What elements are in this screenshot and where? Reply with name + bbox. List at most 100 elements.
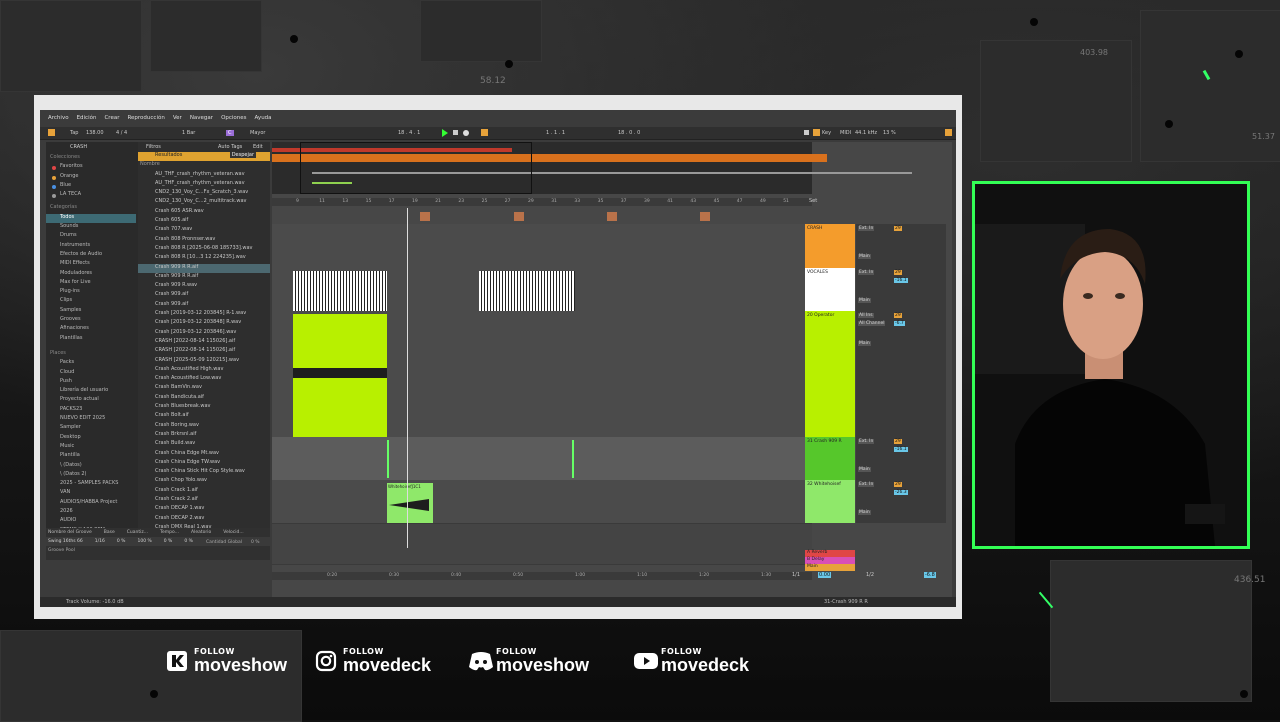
file-item[interactable]: AU_THF_crash_rhythm_veteran.wav	[138, 180, 270, 189]
file-item[interactable]: Crash 909 R R.aif	[138, 263, 270, 273]
file-item[interactable]: Crash Acoustified High.wav	[138, 366, 270, 375]
category-item[interactable]: Drums	[46, 232, 136, 241]
place-item[interactable]: Packs	[46, 359, 136, 368]
collection-item[interactable]: Orange	[46, 173, 136, 182]
place-item[interactable]: Proyecto actual	[46, 396, 136, 405]
track-lane-crash-909[interactable]	[272, 437, 812, 481]
input-routing[interactable]: Ext. In	[858, 482, 875, 487]
overview-visible-range[interactable]	[300, 142, 532, 194]
category-item[interactable]: Efectos de Audio	[46, 251, 136, 260]
file-item[interactable]: Crash 808 Pronnser.wav	[138, 236, 270, 245]
track-header[interactable]: 20 Operator	[805, 311, 855, 437]
category-item[interactable]: Grooves	[46, 316, 136, 325]
file-item[interactable]: Crash Build.wav	[138, 440, 270, 449]
channel-select[interactable]: All Channel	[858, 321, 886, 326]
place-item[interactable]: \ (Datos)	[46, 462, 136, 471]
file-item[interactable]: Crash China Stick Hit Cop Style.wav	[138, 468, 270, 477]
place-item[interactable]: 2026	[46, 508, 136, 517]
play-icon[interactable]	[442, 129, 448, 137]
name-column-header[interactable]: Nombre	[138, 161, 270, 170]
file-item[interactable]: Crash Bolt.aif	[138, 412, 270, 421]
groove-cell[interactable]: 1/16	[95, 539, 105, 544]
volume-field[interactable]: 29	[894, 482, 902, 487]
output-routing[interactable]: Main	[858, 510, 871, 515]
input-routing[interactable]: Ext. In	[858, 270, 875, 275]
menu-navegar[interactable]: Navegar	[190, 115, 213, 124]
file-item[interactable]: Crash Brkrsnl.aif	[138, 431, 270, 440]
track-header[interactable]: 32 Whitehoisef	[805, 480, 855, 523]
master-db[interactable]: -6.8	[924, 572, 936, 578]
menu-edicion[interactable]: Edición	[77, 115, 97, 124]
file-item[interactable]: CRASH [2022-08-14 115026].aif	[138, 338, 270, 347]
place-item[interactable]: \ (Datos 2)	[46, 471, 136, 480]
file-item[interactable]: Crash DECAP 2.wav	[138, 515, 270, 524]
category-item[interactable]: Instruments	[46, 242, 136, 251]
locator-marker[interactable]	[607, 212, 617, 221]
social-link[interactable]: FOLLOW movedeck	[315, 648, 431, 674]
track-header[interactable]: VOCALES	[805, 268, 855, 311]
locator-marker[interactable]	[700, 212, 710, 221]
browser-search[interactable]: CRASH	[70, 144, 87, 150]
category-item[interactable]: Clips	[46, 297, 136, 306]
file-item[interactable]: Crash 605 ASR.wav	[138, 208, 270, 217]
file-item[interactable]: Crash Chop Yolo.wav	[138, 477, 270, 486]
file-item[interactable]: Crash Crack 1.aif	[138, 487, 270, 496]
place-item[interactable]: Desktop	[46, 434, 136, 443]
file-item[interactable]: Crash 909.aif	[138, 291, 270, 300]
social-link[interactable]: FOLLOW moveshow	[468, 648, 589, 674]
place-item[interactable]: VAN	[46, 489, 136, 498]
automation-arm-icon[interactable]	[481, 129, 488, 136]
input-routing[interactable]: Ext. In	[858, 226, 875, 231]
midi-map-label[interactable]: MIDI	[840, 130, 851, 136]
track-lane-whitenoise[interactable]: WhitehoisefJ1C1	[272, 480, 812, 524]
auto-tags-button[interactable]: Auto Tags	[218, 144, 242, 150]
file-item[interactable]: Crash 707.wav	[138, 226, 270, 235]
track-name[interactable]: 20 Operator	[807, 313, 853, 318]
track-header[interactable]: 31 Crash 909 R	[805, 437, 855, 480]
file-item[interactable]: Crash China Edge TW.wav	[138, 459, 270, 468]
collection-item[interactable]: LA TECA	[46, 191, 136, 200]
pan-field[interactable]: -16.1	[894, 447, 908, 452]
file-item[interactable]: CRASH [2022-08-14 115026].aif	[138, 347, 270, 356]
master-half[interactable]: 1/2	[866, 572, 874, 578]
pan-field[interactable]: -26.3	[894, 490, 908, 495]
menu-icon[interactable]	[945, 129, 952, 136]
place-item[interactable]: Music	[46, 443, 136, 452]
category-item[interactable]: Plug-ins	[46, 288, 136, 297]
place-item[interactable]: Plantilla	[46, 452, 136, 461]
place-item[interactable]: Librería del usuario	[46, 387, 136, 396]
volume-field[interactable]: 29	[894, 439, 902, 444]
draw-mode-icon[interactable]	[804, 130, 809, 135]
category-item[interactable]: Todos	[46, 213, 136, 224]
midi-clip[interactable]	[293, 314, 387, 437]
link-icon[interactable]	[48, 129, 55, 136]
social-link[interactable]: FOLLOW moveshow	[166, 648, 287, 674]
file-item[interactable]: Crash 909 R R.aif	[138, 273, 270, 282]
file-item[interactable]: Crash Crack 2.aif	[138, 496, 270, 505]
menu-crear[interactable]: Crear	[104, 115, 119, 124]
track-name[interactable]: VOCALES	[807, 270, 853, 275]
pan-field[interactable]: -16.1	[894, 278, 908, 283]
arrangement-position[interactable]: 18 . 4 . 1	[398, 130, 420, 136]
file-item[interactable]: Crash BamVin.wav	[138, 384, 270, 393]
place-item[interactable]: AUDIO	[46, 517, 136, 526]
place-item[interactable]: 2025 - SAMPLES PACKS	[46, 480, 136, 489]
menu-ayuda[interactable]: Ayuda	[255, 115, 272, 124]
volume-field[interactable]: 29	[894, 270, 902, 275]
time-ruler[interactable]: 0:20 0:30 0:40 0:50 1:00 1:10 1:20 1:30	[272, 572, 812, 580]
file-item[interactable]: CND2_130_Voy_C...Fx_Scratch_3.wav	[138, 189, 270, 198]
file-item[interactable]: Crash 605.aif	[138, 217, 270, 226]
track-lane-crash[interactable]	[272, 224, 812, 269]
file-item[interactable]: Crash [2019-03-12 203848] R.wav	[138, 319, 270, 328]
file-item[interactable]: CRASH [2025-05-09 120215].wav	[138, 357, 270, 366]
global-amount-value[interactable]: 0 %	[251, 540, 260, 545]
scale-select[interactable]: Mayor	[250, 130, 265, 136]
output-routing[interactable]: Main	[858, 341, 871, 346]
track-lane-vocales[interactable]	[272, 268, 812, 312]
place-item[interactable]: Sampler	[46, 424, 136, 433]
file-item[interactable]: AU_THF_crash_rhythm_veteran.wav	[138, 171, 270, 180]
category-item[interactable]: Plantillas	[46, 335, 136, 344]
file-item[interactable]: Crash [2019-03-12 203845] R-1.wav	[138, 310, 270, 319]
collection-item[interactable]: Favoritos	[46, 163, 136, 172]
track-name[interactable]: CRASH	[807, 226, 853, 231]
